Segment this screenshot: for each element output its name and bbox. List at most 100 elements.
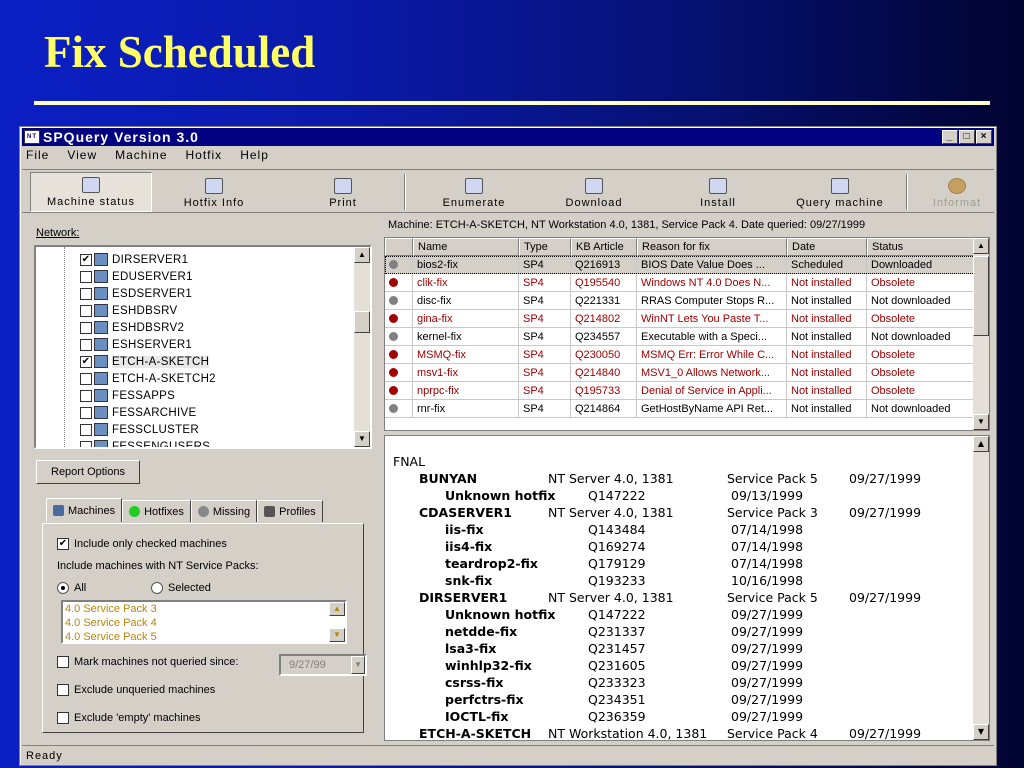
column-header[interactable]: Type xyxy=(519,238,571,256)
date-picker[interactable]: 9/27/99 ▼ xyxy=(279,654,367,676)
exclude-empty-checkbox[interactable] xyxy=(57,712,69,724)
network-tree[interactable]: ✔ DIRSERVER1 EDUSERVER1 ESDSERVER1 ESHDBSRV E… xyxy=(34,245,372,449)
all-radio[interactable] xyxy=(57,582,69,594)
table-row[interactable]: clik-fix SP4 Q195540 Windows NT 4.0 Does N.… xyxy=(385,274,975,292)
tab-hotfixes[interactable]: Hotfixes xyxy=(122,500,191,522)
hotfix-grid[interactable]: Name Type KB Article Reason for fix Date Stat… xyxy=(384,237,990,431)
tree-node[interactable]: ESHDBSRV xyxy=(80,302,177,319)
selected-radio[interactable] xyxy=(151,582,163,594)
scroll-up-arrow[interactable]: ▲ xyxy=(973,436,989,452)
machine-checkbox[interactable] xyxy=(80,406,92,419)
table-row[interactable]: kernel-fix SP4 Q234557 Executable with a Sp… xyxy=(385,328,975,346)
service-pack-item[interactable]: 4.0 Service Pack 4 xyxy=(65,616,345,630)
minimize-button[interactable]: _ xyxy=(942,130,958,144)
include-checked-checkbox[interactable]: ✔ xyxy=(57,538,69,550)
menu-machine[interactable]: Machine xyxy=(115,148,167,166)
exclude-unqueried-option[interactable]: Exclude unqueried machines xyxy=(57,684,215,696)
scroll-down-arrow[interactable]: ▼ xyxy=(973,414,989,430)
window-titlebar[interactable]: NT SPQuery Version 3.0 _ □ × xyxy=(22,128,994,146)
tree-node[interactable]: ✔ ETCH-A-SKETCH xyxy=(80,353,210,370)
table-row[interactable]: rnr-fix SP4 Q214864 GetHostByName API Ret..… xyxy=(385,400,975,418)
all-radio-option[interactable]: All xyxy=(57,582,86,594)
tab-profiles[interactable]: Profiles xyxy=(257,500,323,522)
table-row[interactable]: MSMQ-fix SP4 Q230050 MSMQ Err: Error While … xyxy=(385,346,975,364)
mark-not-queried-checkbox[interactable] xyxy=(57,656,69,668)
machine-checkbox[interactable] xyxy=(80,321,92,334)
details-scrollbar[interactable]: ▲ ▼ xyxy=(973,436,989,740)
install-button[interactable]: Install xyxy=(680,172,756,212)
table-row[interactable]: bios2-fix SP4 Q216913 BIOS Date Value Does … xyxy=(385,256,975,274)
machine-checkbox[interactable] xyxy=(80,304,92,317)
table-row[interactable]: nprpc-fix SP4 Q195733 Denial of Service in … xyxy=(385,382,975,400)
print-label: Print xyxy=(329,197,357,209)
column-header[interactable]: Status xyxy=(867,238,975,256)
service-pack-item[interactable]: 4.0 Service Pack 5 xyxy=(65,630,345,644)
scroll-down-arrow[interactable]: ▼ xyxy=(354,431,370,447)
tree-node[interactable]: ESHDBSRV2 xyxy=(80,319,184,336)
tree-node[interactable]: ETCH-A-SKETCH2 xyxy=(80,370,216,387)
service-pack-list[interactable]: 4.0 Service Pack 3 4.0 Service Pack 4 4.… xyxy=(61,600,347,644)
machine-checkbox[interactable] xyxy=(80,372,92,385)
enumerate-button[interactable]: Enumerate xyxy=(424,172,524,212)
hotfix-info-button[interactable]: Hotfix Info xyxy=(164,172,264,212)
report-details-pane[interactable]: FNAL BUNYAN NT Server 4.0, 1381 Service Pac… xyxy=(384,435,990,741)
machine-checkbox[interactable] xyxy=(80,440,92,447)
tree-node[interactable]: ESHSERVER1 xyxy=(80,336,192,353)
close-button[interactable]: × xyxy=(976,130,992,144)
tree-node[interactable]: ESDSERVER1 xyxy=(80,285,192,302)
menu-hotfix[interactable]: Hotfix xyxy=(186,148,223,166)
exclude-unqueried-checkbox[interactable] xyxy=(57,684,69,696)
cell-date: Not installed xyxy=(787,292,867,310)
date-value: 9/27/99 xyxy=(289,659,326,671)
machine-checkbox[interactable] xyxy=(80,423,92,436)
tab-missing[interactable]: Missing xyxy=(190,500,258,522)
table-row[interactable]: disc-fix SP4 Q221331 RRAS Computer Stops R.… xyxy=(385,292,975,310)
scroll-down-arrow[interactable]: ▼ xyxy=(973,724,989,740)
table-row[interactable]: msv1-fix SP4 Q214840 MSV1_0 Allows Network.… xyxy=(385,364,975,382)
menu-view[interactable]: View xyxy=(67,148,97,166)
selected-radio-option[interactable]: Selected xyxy=(151,582,211,594)
cell-reason: MSV1_0 Allows Network... xyxy=(637,364,787,382)
column-header[interactable]: KB Article xyxy=(571,238,637,256)
tree-node[interactable]: FESSENGUSERS xyxy=(80,438,210,447)
scroll-thumb[interactable] xyxy=(973,256,989,336)
scroll-up-arrow[interactable]: ▲ xyxy=(973,238,989,254)
tree-node[interactable]: FESSAPPS xyxy=(80,387,175,404)
exclude-empty-option[interactable]: Exclude 'empty' machines xyxy=(57,712,200,724)
column-header[interactable]: Reason for fix xyxy=(637,238,787,256)
grid-scrollbar[interactable]: ▲ ▼ xyxy=(973,238,989,430)
report-options-button[interactable]: Report Options xyxy=(36,460,140,484)
print-button[interactable]: Print xyxy=(308,172,378,212)
include-checked-option[interactable]: ✔ Include only checked machines xyxy=(57,538,227,550)
list-scroll-up-arrow[interactable]: ▲ xyxy=(329,602,345,616)
machine-checkbox[interactable]: ✔ xyxy=(80,253,92,266)
mark-not-queried-option[interactable]: Mark machines not queried since: xyxy=(57,656,238,668)
list-scroll-down-arrow[interactable]: ▼ xyxy=(329,628,345,642)
tree-node[interactable]: FESSARCHIVE xyxy=(80,404,196,421)
column-header[interactable] xyxy=(385,238,413,256)
column-header[interactable]: Date xyxy=(787,238,867,256)
menu-help[interactable]: Help xyxy=(240,148,269,166)
scroll-thumb[interactable] xyxy=(354,311,370,333)
service-pack-item[interactable]: 4.0 Service Pack 3 xyxy=(65,602,345,616)
machine-status-button[interactable]: Machine status xyxy=(30,172,152,212)
machine-checkbox[interactable] xyxy=(80,389,92,402)
machine-checkbox[interactable]: ✔ xyxy=(80,355,92,368)
tree-node[interactable]: ✔ DIRSERVER1 xyxy=(80,251,188,268)
tab-machines[interactable]: Machines xyxy=(46,498,123,522)
machine-checkbox[interactable] xyxy=(80,338,92,351)
menu-file[interactable]: File xyxy=(26,148,49,166)
table-row[interactable]: gina-fix SP4 Q214802 WinNT Lets You Paste T… xyxy=(385,310,975,328)
machine-checkbox[interactable] xyxy=(80,270,92,283)
tree-node[interactable]: EDUSERVER1 xyxy=(80,268,193,285)
column-header[interactable]: Name xyxy=(413,238,519,256)
download-button[interactable]: Download xyxy=(544,172,644,212)
query-machine-button[interactable]: Query machine xyxy=(782,172,898,212)
information-button[interactable]: Informat xyxy=(918,172,996,212)
machine-checkbox[interactable] xyxy=(80,287,92,300)
maximize-button[interactable]: □ xyxy=(959,130,975,144)
chevron-down-icon[interactable]: ▼ xyxy=(351,656,365,674)
tree-node[interactable]: FESSCLUSTER xyxy=(80,421,199,438)
tree-scrollbar[interactable]: ▲ ▼ xyxy=(354,247,370,447)
scroll-up-arrow[interactable]: ▲ xyxy=(354,247,370,263)
